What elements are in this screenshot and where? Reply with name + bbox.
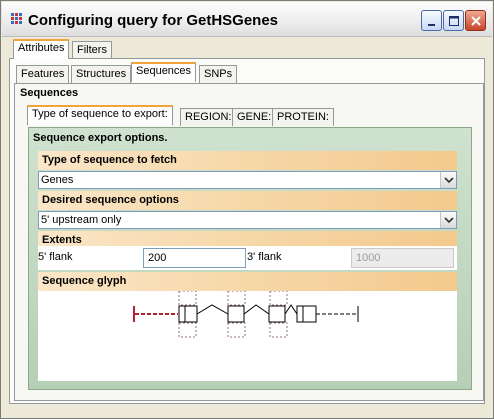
tab-snps[interactable]: SNPs: [199, 65, 238, 83]
export-options-title: Sequence export options.: [33, 132, 168, 144]
minimize-button[interactable]: [421, 10, 442, 31]
glyph-exon-4a: [296, 305, 304, 323]
options-section-header: Desired sequence options: [38, 191, 457, 210]
chevron-down-icon[interactable]: [440, 212, 456, 228]
tab-region[interactable]: REGION:: [180, 108, 237, 126]
extents-row: 5' flank 200 3' flank 1000: [38, 246, 457, 270]
sequence-options-value: 5' upstream only: [41, 214, 122, 226]
sequence-options-select[interactable]: 5' upstream only: [38, 211, 457, 229]
glyph-intron-2: [243, 304, 270, 315]
window-title: Configuring query for GetHSGenes: [28, 12, 279, 29]
three-prime-flank-label: 3' flank: [247, 251, 282, 263]
tab-gene[interactable]: GENE:: [232, 108, 277, 126]
three-prime-flank-input: 1000: [351, 248, 454, 268]
grid-dots-icon: [11, 13, 25, 27]
sequence-export-options-panel: Sequence export options. Type of sequenc…: [28, 127, 472, 390]
five-prime-flank-input[interactable]: 200: [143, 248, 246, 268]
tab-sequences[interactable]: Sequences: [131, 62, 197, 82]
sequence-glyph-area: [38, 290, 457, 381]
five-prime-flank-label: 5' flank: [38, 251, 73, 263]
sequence-type-select[interactable]: Genes: [38, 171, 457, 189]
glyph-exon-1: [184, 305, 198, 323]
tab-type-of-sequence[interactable]: Type of sequence to export:: [27, 105, 173, 125]
title-bar[interactable]: Configuring query for GetHSGenes: [2, 2, 492, 37]
maximize-icon: [449, 16, 459, 26]
tab-attributes[interactable]: Attributes: [13, 39, 70, 59]
glyph-exon-1a: [178, 305, 186, 323]
tab-features[interactable]: Features: [16, 65, 70, 83]
glyph-exon-2: [227, 305, 245, 323]
chevron-down-icon[interactable]: [440, 172, 456, 188]
glyph-exon-4: [302, 305, 317, 323]
type-section-header: Type of sequence to fetch: [38, 151, 457, 170]
close-button[interactable]: [465, 10, 486, 31]
minimize-icon: [428, 24, 435, 26]
glyph-intron-1: [196, 304, 229, 315]
maximize-button[interactable]: [443, 10, 464, 31]
sequences-heading: Sequences: [20, 87, 79, 99]
dialog-window: Configuring query for GetHSGenes Attribu…: [0, 0, 494, 419]
glyph-section-header: Sequence glyph: [38, 272, 457, 291]
sequence-type-value: Genes: [41, 174, 74, 186]
close-icon: [471, 16, 481, 26]
glyph-exon-3: [268, 305, 286, 323]
tab-structures[interactable]: Structures: [71, 65, 132, 83]
tab-protein[interactable]: PROTEIN:: [272, 108, 334, 126]
sequence-glyph: [133, 290, 359, 338]
tab-filters[interactable]: Filters: [72, 41, 112, 59]
glyph-intron-3: [284, 304, 298, 315]
